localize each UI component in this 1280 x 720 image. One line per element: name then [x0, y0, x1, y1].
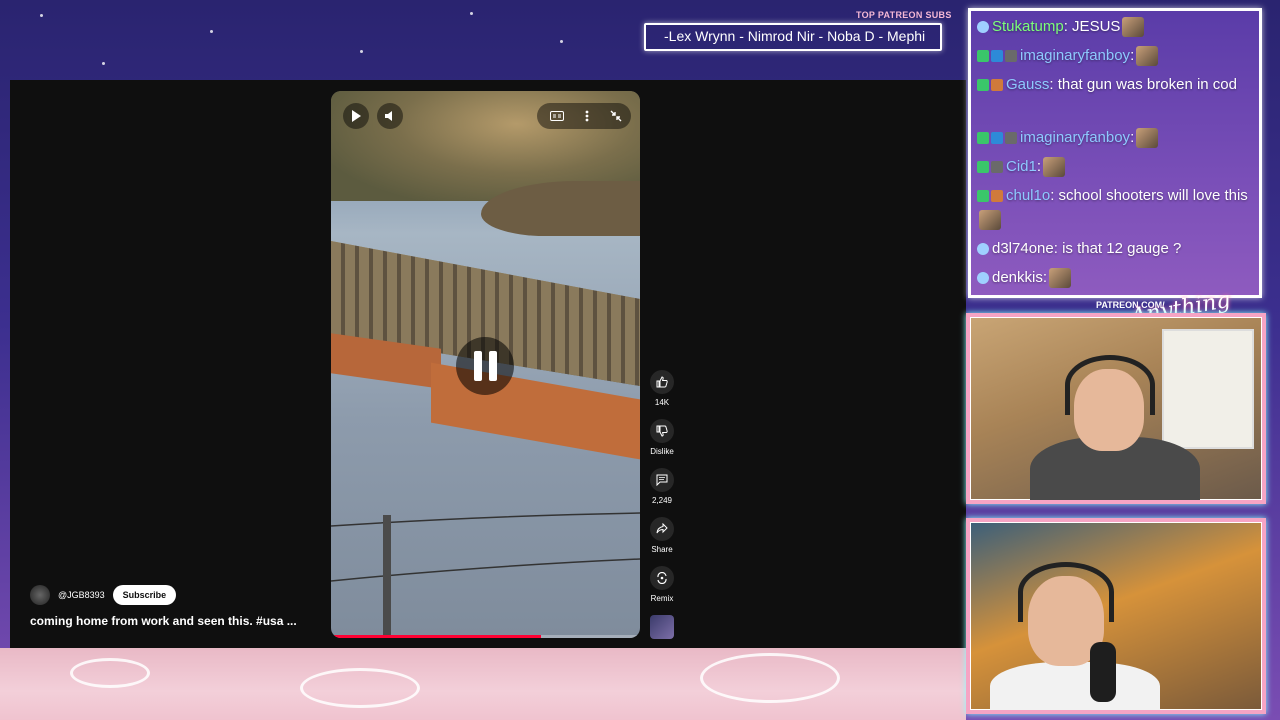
- collapse-icon: [610, 110, 622, 122]
- chat-message-text: that gun was broken in cod: [1053, 76, 1237, 93]
- emote-icon: [979, 210, 1001, 231]
- dot-badge-icon: [977, 272, 989, 285]
- gift-badge-icon: [991, 190, 1003, 203]
- volume-button[interactable]: [377, 103, 403, 129]
- sub-badge-icon: [991, 161, 1003, 174]
- more-vert-icon: [585, 110, 589, 122]
- video-progress-fill: [331, 635, 542, 638]
- gift-badge-icon: [991, 79, 1003, 92]
- remix-icon: [657, 572, 667, 584]
- share-button[interactable]: Share: [644, 517, 680, 554]
- chat-message: imaginaryfanboy:: [977, 44, 1257, 68]
- share-icon: [656, 523, 668, 534]
- person-body: [990, 662, 1160, 710]
- chat-message: Gauss: that gun was broken in cod: [977, 73, 1257, 97]
- pause-icon: [473, 351, 482, 381]
- short-video-player[interactable]: [331, 91, 640, 638]
- emote-icon: [1049, 268, 1072, 289]
- remix-label: Remix: [650, 594, 674, 603]
- thumbs-up-icon: [656, 376, 668, 388]
- remix-button[interactable]: Remix: [644, 566, 680, 603]
- chat-username[interactable]: denkkis: [992, 269, 1043, 286]
- chat-username[interactable]: imaginaryfanboy: [1020, 47, 1130, 64]
- dot-badge-icon: [977, 243, 989, 256]
- more-options-button[interactable]: [574, 103, 600, 129]
- volume-icon: [385, 111, 392, 121]
- vip-badge-icon: [991, 132, 1003, 145]
- play-icon: [352, 110, 361, 122]
- chat-message: Stukatump: JESUS: [977, 15, 1257, 39]
- video-frame-pole: [383, 515, 391, 638]
- chat-message: denkkis:: [977, 266, 1257, 290]
- comment-count: 2,249: [651, 496, 673, 505]
- chat-message: imaginaryfanboy:: [977, 126, 1257, 150]
- pause-indicator[interactable]: [456, 337, 514, 395]
- chat-username[interactable]: chul1o: [1006, 187, 1050, 204]
- chat-badges: [977, 272, 989, 285]
- chat-message-text: school shooters will love this: [1054, 187, 1248, 204]
- chat-badges: [977, 79, 1003, 92]
- comments-button[interactable]: 2,249: [644, 468, 680, 505]
- webcam-streamer-1: [966, 313, 1266, 504]
- subscribe-button[interactable]: Subscribe: [112, 585, 177, 605]
- background-floor: [0, 648, 966, 720]
- patreon-subs-ticker: -Lex Wrynn - Nimrod Nir - Noba D - Mephi: [644, 23, 942, 51]
- chat-username[interactable]: imaginaryfanboy: [1020, 129, 1130, 146]
- captions-button[interactable]: [544, 103, 570, 129]
- channel-info: @JGB8393 Subscribe: [30, 585, 177, 605]
- chat-username[interactable]: Stukatump: [992, 18, 1064, 35]
- chat-username[interactable]: Gauss: [1006, 76, 1049, 93]
- play-button[interactable]: [343, 103, 369, 129]
- video-frame-power-lines: [331, 512, 640, 582]
- sub-badge-icon: [1005, 132, 1017, 145]
- channel-name[interactable]: @JGB8393: [58, 590, 105, 600]
- mod-badge-icon: [977, 79, 989, 92]
- chat-badges: [977, 50, 1017, 63]
- audio-source-thumbnail[interactable]: [650, 615, 674, 639]
- chat-username[interactable]: d3l74one: [992, 240, 1054, 257]
- like-button[interactable]: 14K: [644, 370, 680, 407]
- youtube-shorts-stage: 14K Dislike 2,249 Share Remix @JGB8393 S…: [10, 80, 966, 648]
- dislike-button[interactable]: Dislike: [644, 419, 680, 456]
- chat-panel: Stukatump: JESUS imaginaryfanboy: Gauss: t…: [968, 8, 1262, 298]
- person-head: [1074, 369, 1144, 451]
- mod-badge-icon: [977, 161, 989, 174]
- video-progress-bar[interactable]: [331, 635, 640, 638]
- emote-icon: [1043, 157, 1066, 178]
- chat-message-text: is that 12 gauge ?: [1057, 240, 1182, 257]
- chat-badges: [977, 161, 1003, 174]
- sub-badge-icon: [1005, 50, 1017, 63]
- emote-icon: [1136, 128, 1159, 149]
- webcam-streamer-2: [966, 518, 1266, 714]
- collapse-button[interactable]: [603, 103, 629, 129]
- microphone: [1090, 642, 1116, 702]
- patreon-subs-label: TOP PATREON SUBS: [856, 10, 952, 20]
- chat-message: d3l74one: is that 12 gauge ?: [977, 237, 1257, 261]
- mod-badge-icon: [977, 190, 989, 203]
- emote-icon: [1136, 46, 1159, 67]
- dresser: [1162, 329, 1254, 449]
- chat-badges: [977, 21, 989, 34]
- patreon-subs-names: -Lex Wrynn - Nimrod Nir - Noba D - Mephi: [664, 28, 926, 44]
- chat-message-text: JESUS: [1067, 18, 1121, 35]
- video-title[interactable]: coming home from work and seen this. #us…: [30, 614, 297, 628]
- dislike-label: Dislike: [650, 447, 674, 456]
- mod-badge-icon: [977, 50, 989, 63]
- chat-message: chul1o: school shooters will love this: [977, 184, 1257, 232]
- chat-message: Cid1:: [977, 155, 1257, 179]
- mod-badge-icon: [977, 132, 989, 145]
- chat-badges: [977, 132, 1017, 145]
- captions-icon: [550, 111, 564, 121]
- chat-badges: [977, 243, 989, 256]
- vip-badge-icon: [991, 50, 1003, 63]
- dot-badge-icon: [977, 21, 989, 34]
- chat-badges: [977, 190, 1003, 203]
- like-count: 14K: [654, 398, 670, 407]
- comment-icon: [656, 474, 668, 486]
- chat-username[interactable]: Cid1: [1006, 158, 1037, 175]
- thumbs-down-icon: [656, 425, 668, 437]
- emote-icon: [1122, 17, 1145, 38]
- share-label: Share: [651, 545, 673, 554]
- channel-avatar[interactable]: [30, 585, 50, 605]
